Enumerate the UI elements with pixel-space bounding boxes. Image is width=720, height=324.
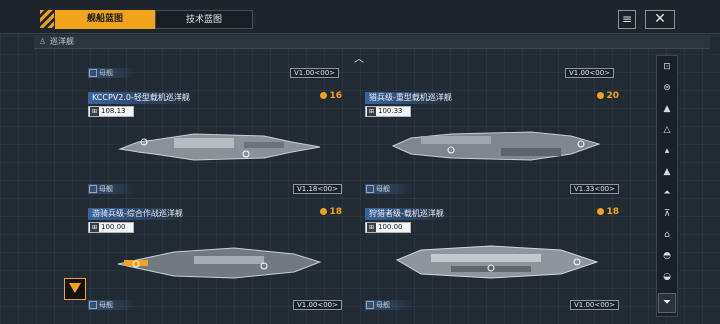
carrier-type-icon <box>89 301 97 309</box>
ship-image <box>391 131 601 161</box>
card-stat: ⊞ 100.00 <box>88 222 134 233</box>
list-button[interactable]: ≡ <box>618 10 636 29</box>
dreadnought-icon[interactable]: ◓ <box>659 247 675 265</box>
carrier-icon[interactable]: ▲ <box>659 163 675 181</box>
hangar-icon: ⊞ <box>90 107 99 116</box>
carrier-type-icon <box>89 185 97 193</box>
blueprint-card[interactable]: 狩猎者级-载机巡洋舰 18 ⊞ 100.00 母舰 V1.00<00> <box>365 207 619 312</box>
tab-ship-blueprints[interactable]: 舰船蓝图 <box>55 10 155 29</box>
card-footer: 母舰 V1.00<00> <box>365 300 619 310</box>
blueprint-card[interactable]: KCCPV2.0-轻型载机巡洋舰 16 ⊞ 108.13 母舰 V1.18<00> <box>88 91 342 196</box>
ship-image <box>395 245 599 279</box>
faction-emblem-icon[interactable] <box>64 278 86 300</box>
list-icon: ≡ <box>621 12 633 26</box>
hangar-icon: ⊞ <box>367 107 376 116</box>
card-title: 狩猎者级-载机巡洋舰 <box>365 208 448 220</box>
type-tag: 母舰 <box>365 300 415 310</box>
carrier-type-icon <box>89 69 97 77</box>
cost-icon <box>320 92 328 99</box>
battlecruiser-icon[interactable]: △ <box>659 121 675 139</box>
ship-class-sidebar: ⊡ ⊜ ▲ △ ▴ ▲ ⏶ ⊼ ⌂ ◓ ◒ ⏷ <box>656 55 678 317</box>
type-tag: 母舰 <box>88 300 138 310</box>
cost-icon <box>320 208 328 215</box>
ship-image <box>117 247 322 279</box>
card-title: KCCPV2.0-轻型载机巡洋舰 <box>88 92 194 104</box>
filter-button[interactable]: ⏷ <box>658 293 676 313</box>
card-cost: 18 <box>597 207 619 217</box>
card-cost: 16 <box>320 91 342 101</box>
partial-version-right: V1.00<00> <box>565 68 615 78</box>
partial-version-left: V1.00<00> <box>290 68 340 78</box>
breadcrumb: ♙ 巡洋舰 <box>34 35 710 49</box>
auxiliary-icon[interactable]: ▴ <box>659 142 675 160</box>
hazard-stripes <box>40 10 54 28</box>
blueprint-card[interactable]: 游骑兵级-综合作战巡洋舰 18 ⊞ 100.00 母舰 V1.00<00> <box>88 207 342 312</box>
version-badge: V1.18<00> <box>292 184 342 194</box>
close-icon: ✕ <box>654 11 666 27</box>
type-tag: 母舰 <box>88 184 138 194</box>
breadcrumb-label: 巡洋舰 <box>50 37 74 46</box>
cost-icon <box>597 208 605 215</box>
emblem-shape <box>69 283 81 295</box>
battleship-icon[interactable]: ⏶ <box>659 184 675 202</box>
frigate-icon[interactable]: ⊡ <box>659 58 675 76</box>
ship-image <box>118 133 321 161</box>
cost-icon <box>597 92 605 99</box>
filter-icon: ⏷ <box>663 297 671 308</box>
cruiser-icon[interactable]: ▲ <box>659 100 675 118</box>
card-cost: 18 <box>320 207 342 217</box>
chevron-up-icon[interactable]: ︿ <box>354 50 364 65</box>
card-cost: 20 <box>597 91 619 101</box>
destroyer-icon[interactable]: ⊜ <box>659 79 675 97</box>
card-stat: ⊞ 108.13 <box>88 106 134 117</box>
partial-type-tag: 母舰 <box>88 68 138 78</box>
station-icon[interactable]: ⊼ <box>659 205 675 223</box>
hangar-icon: ⊞ <box>367 223 376 232</box>
carrier-type-icon <box>366 301 374 309</box>
card-footer: 母舰 V1.33<00> <box>365 184 619 194</box>
version-badge: V1.00<00> <box>292 300 342 310</box>
top-bar: 舰船蓝图 技术蓝图 ≡ ✕ <box>0 0 720 34</box>
fleet-icon: ♙ <box>39 37 47 46</box>
card-stat: ⊞ 100.33 <box>365 106 411 117</box>
carrier-type-icon <box>366 185 374 193</box>
version-badge: V1.33<00> <box>569 184 619 194</box>
version-badge: V1.00<00> <box>569 300 619 310</box>
type-tag: 母舰 <box>365 184 415 194</box>
card-footer: 母舰 V1.18<00> <box>88 184 342 194</box>
corvette-icon[interactable]: ⌂ <box>659 226 675 244</box>
card-title: 游骑兵级-综合作战巡洋舰 <box>88 208 187 220</box>
card-stat: ⊞ 100.00 <box>365 222 411 233</box>
hangar-icon: ⊞ <box>90 223 99 232</box>
blueprint-card[interactable]: 猎兵级-重型载机巡洋舰 20 ⊞ 100.33 母舰 V1.33<00> <box>365 91 619 196</box>
card-footer: 母舰 V1.00<00> <box>88 300 342 310</box>
tab-tech-blueprints[interactable]: 技术蓝图 <box>155 10 253 29</box>
misc-icon[interactable]: ◒ <box>659 268 675 286</box>
card-title: 猎兵级-重型载机巡洋舰 <box>365 92 456 104</box>
close-button[interactable]: ✕ <box>645 10 675 29</box>
